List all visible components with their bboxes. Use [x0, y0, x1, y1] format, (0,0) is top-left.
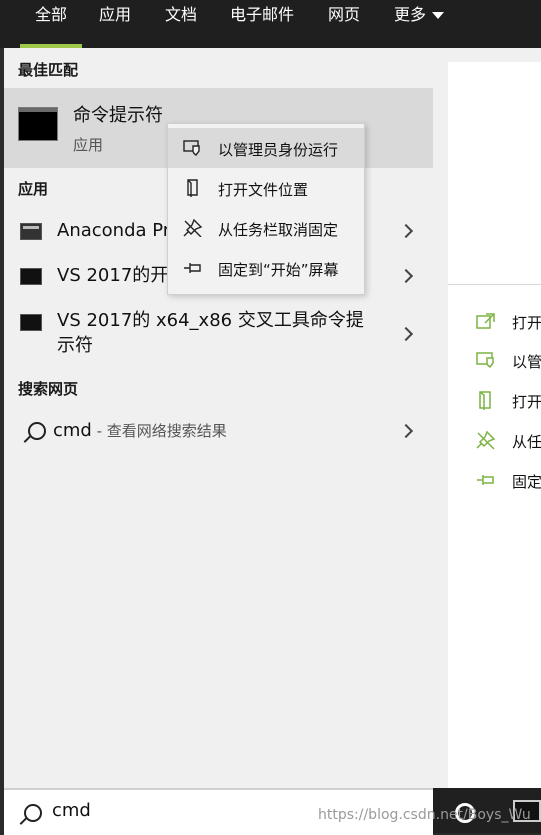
web-result-suffix: - 查看网络搜索结果	[91, 422, 227, 440]
terminal-icon	[20, 314, 42, 331]
chevron-right-icon[interactable]	[398, 326, 414, 342]
preview-action-open[interactable]: 打开	[475, 307, 541, 337]
best-match-subtitle: 应用	[73, 136, 104, 154]
web-result-text: cmd - 查看网络搜索结果	[53, 420, 227, 441]
context-item-label: 以管理员身份运行	[218, 141, 339, 159]
context-item-label: 打开文件位置	[218, 181, 309, 199]
app-result-label-line2: 示符	[57, 335, 93, 356]
chevron-right-icon[interactable]	[398, 268, 414, 284]
context-unpin-taskbar[interactable]: 从任务栏取消固定	[168, 208, 364, 248]
preview-action-label: 从任	[512, 433, 541, 451]
section-best-match: 最佳匹配	[18, 61, 79, 79]
web-search-result[interactable]: cmd - 查看网络搜索结果	[4, 412, 433, 452]
context-pin-to-start[interactable]: 固定到“开始”屏幕	[168, 248, 364, 288]
tab-documents[interactable]: 文档	[152, 0, 210, 48]
preview-action-label: 打开	[512, 314, 541, 332]
file-location-icon	[187, 179, 198, 197]
app-result-label-line1: VS 2017的 x64_x86 交叉工具命令提	[57, 310, 364, 331]
web-query: cmd	[53, 420, 92, 441]
preview-action-pin-start[interactable]: 固定	[475, 466, 541, 496]
context-run-as-admin[interactable]: 以管理员身份运行	[168, 128, 364, 168]
tab-email[interactable]: 电子邮件	[220, 0, 304, 48]
file-location-icon	[479, 391, 491, 410]
console-window-icon	[20, 223, 42, 240]
tab-more[interactable]: 更多	[384, 0, 454, 48]
context-item-label: 固定到“开始”屏幕	[218, 261, 339, 279]
preview-action-label: 以管	[512, 353, 541, 371]
tab-all[interactable]: 全部	[20, 0, 82, 48]
shield-run-icon	[183, 140, 200, 156]
tab-web[interactable]: 网页	[316, 0, 372, 48]
search-category-tabs: 全部 应用 文档 电子邮件 网页 更多	[0, 0, 541, 48]
context-menu: 以管理员身份运行 打开文件位置 从任务栏取消固定 固定到“开始”屏幕	[167, 123, 365, 295]
chevron-down-icon	[432, 12, 444, 19]
preview-divider	[448, 284, 541, 285]
open-icon	[476, 313, 495, 329]
search-icon	[24, 804, 42, 822]
preview-action-label: 固定	[512, 473, 541, 491]
terminal-icon	[20, 268, 42, 285]
unpin-icon	[476, 430, 496, 450]
chevron-right-icon[interactable]	[398, 423, 414, 439]
pin-start-icon	[477, 475, 494, 485]
context-item-label: 从任务栏取消固定	[218, 221, 339, 239]
chevron-right-icon[interactable]	[398, 223, 414, 239]
tab-apps[interactable]: 应用	[86, 0, 144, 48]
search-icon	[28, 422, 46, 440]
tab-more-label: 更多	[393, 5, 426, 24]
pin-start-icon	[184, 263, 201, 273]
context-open-file-location[interactable]: 打开文件位置	[168, 168, 364, 208]
preview-action-run-as-admin[interactable]: 以管	[475, 346, 541, 376]
unpin-icon	[183, 219, 203, 237]
best-match-title: 命令提示符	[73, 105, 163, 126]
preview-action-label: 打开	[512, 393, 541, 411]
app-result-label: Anaconda Pr	[57, 220, 171, 241]
preview-action-open-location[interactable]: 打开	[475, 386, 541, 416]
app-result-label: VS 2017的开	[57, 265, 169, 286]
preview-action-unpin[interactable]: 从任	[475, 426, 541, 456]
search-input[interactable]: cmd	[52, 800, 91, 821]
app-result-vs2017-x64-x86[interactable]: VS 2017的 x64_x86 交叉工具命令提 示符	[4, 300, 433, 362]
section-web-search: 搜索网页	[18, 380, 79, 398]
shield-run-icon	[476, 352, 494, 369]
watermark-text: https://blog.csdn.net/Boys_Wu	[318, 807, 531, 823]
section-apps: 应用	[18, 180, 49, 198]
command-prompt-icon	[18, 107, 58, 141]
preview-card	[448, 62, 541, 788]
